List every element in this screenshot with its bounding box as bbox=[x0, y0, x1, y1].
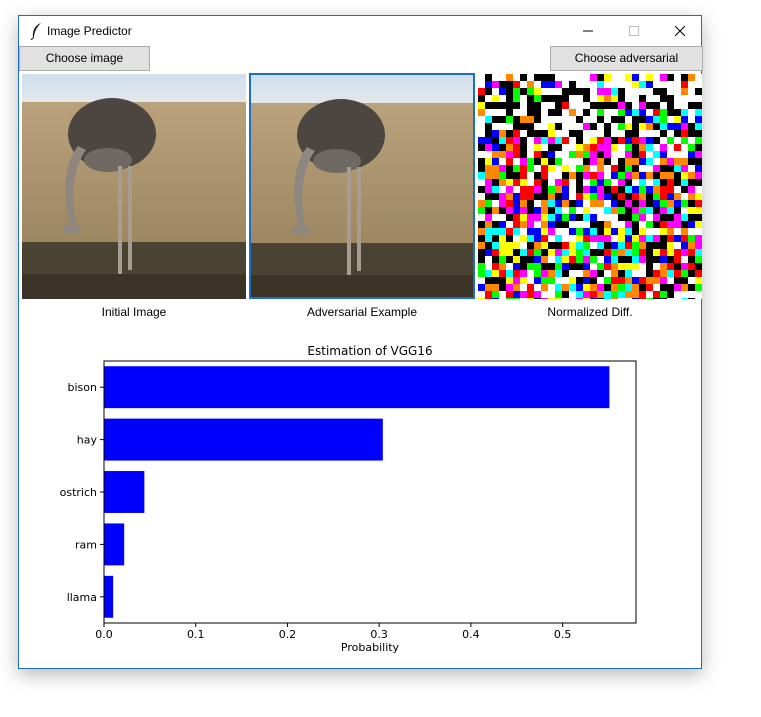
minimize-icon bbox=[583, 30, 593, 32]
initial-image bbox=[22, 74, 246, 299]
initial-image-caption: Initial Image bbox=[101, 305, 167, 319]
x-axis-label: Probability bbox=[341, 641, 400, 654]
y-tick-label-hay: hay bbox=[77, 434, 98, 447]
normalized-diff-caption: Normalized Diff. bbox=[547, 305, 633, 319]
x-tick-label-3: 0.3 bbox=[370, 628, 388, 641]
x-tick-label-4: 0.4 bbox=[462, 628, 480, 641]
x-tick-label-2: 0.2 bbox=[279, 628, 297, 641]
close-button[interactable] bbox=[657, 16, 703, 46]
feather-icon bbox=[30, 23, 41, 40]
maximize-icon bbox=[629, 26, 639, 36]
adversarial-image bbox=[249, 73, 475, 299]
x-tick-label-5: 0.5 bbox=[554, 628, 572, 641]
minimize-button[interactable] bbox=[565, 16, 611, 46]
y-tick-label-bison: bison bbox=[68, 381, 97, 394]
title-bar[interactable]: Image Predictor bbox=[19, 16, 701, 46]
y-tick-label-llama: llama bbox=[67, 591, 97, 604]
window-title: Image Predictor bbox=[47, 24, 132, 38]
app-window: Image Predictor Choose image Choose adve… bbox=[18, 15, 703, 669]
probability-chart: Estimation of VGG16 bison hay ostrich ram lla… bbox=[60, 344, 637, 654]
choose-adversarial-button[interactable]: Choose adversarial bbox=[550, 46, 703, 71]
close-icon bbox=[675, 26, 685, 36]
normalized-diff-image bbox=[478, 74, 702, 299]
x-tick-label-1: 0.1 bbox=[187, 628, 205, 641]
y-tick-label-ram: ram bbox=[75, 538, 97, 551]
bar-ostrich bbox=[104, 471, 145, 513]
maximize-button[interactable] bbox=[611, 16, 657, 46]
bar-ram bbox=[104, 523, 125, 566]
bar-hay bbox=[104, 418, 383, 461]
bar-bison bbox=[104, 366, 610, 409]
x-tick-label-0: 0.0 bbox=[95, 628, 113, 641]
choose-image-button[interactable]: Choose image bbox=[19, 46, 150, 71]
adversarial-image-caption: Adversarial Example bbox=[306, 305, 418, 319]
bar-llama bbox=[104, 575, 114, 618]
chart-title: Estimation of VGG16 bbox=[307, 344, 432, 358]
y-tick-label-ostrich: ostrich bbox=[60, 486, 97, 499]
